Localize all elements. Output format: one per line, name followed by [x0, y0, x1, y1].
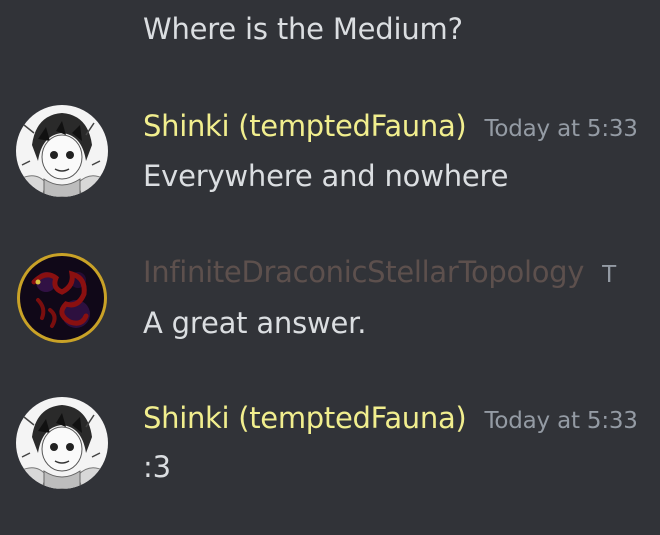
username[interactable]: InfiniteDraconicStellarTopology: [143, 254, 584, 290]
message-text: :3: [143, 450, 171, 484]
message-header: Shinki (temptedFauna) Today at 5:33: [143, 108, 638, 144]
dragon-avatar-icon: [17, 253, 107, 343]
avatar[interactable]: [16, 397, 108, 489]
message-header: Shinki (temptedFauna) Today at 5:33: [143, 400, 638, 436]
anime-girl-sketch-avatar-icon: [16, 397, 108, 489]
anime-girl-sketch-avatar-icon: [16, 105, 108, 197]
avatar[interactable]: [16, 252, 108, 344]
username[interactable]: Shinki (temptedFauna): [143, 108, 467, 144]
message-text: Everywhere and nowhere: [143, 159, 509, 193]
timestamp[interactable]: T: [602, 262, 616, 288]
message-text: A great answer.: [143, 306, 367, 340]
timestamp[interactable]: Today at 5:33: [484, 408, 638, 434]
username[interactable]: Shinki (temptedFauna): [143, 400, 467, 436]
message-text: Where is the Medium?: [143, 12, 463, 46]
avatar[interactable]: [16, 105, 108, 197]
message-header: InfiniteDraconicStellarTopology T: [143, 254, 616, 290]
timestamp[interactable]: Today at 5:33: [484, 116, 638, 142]
